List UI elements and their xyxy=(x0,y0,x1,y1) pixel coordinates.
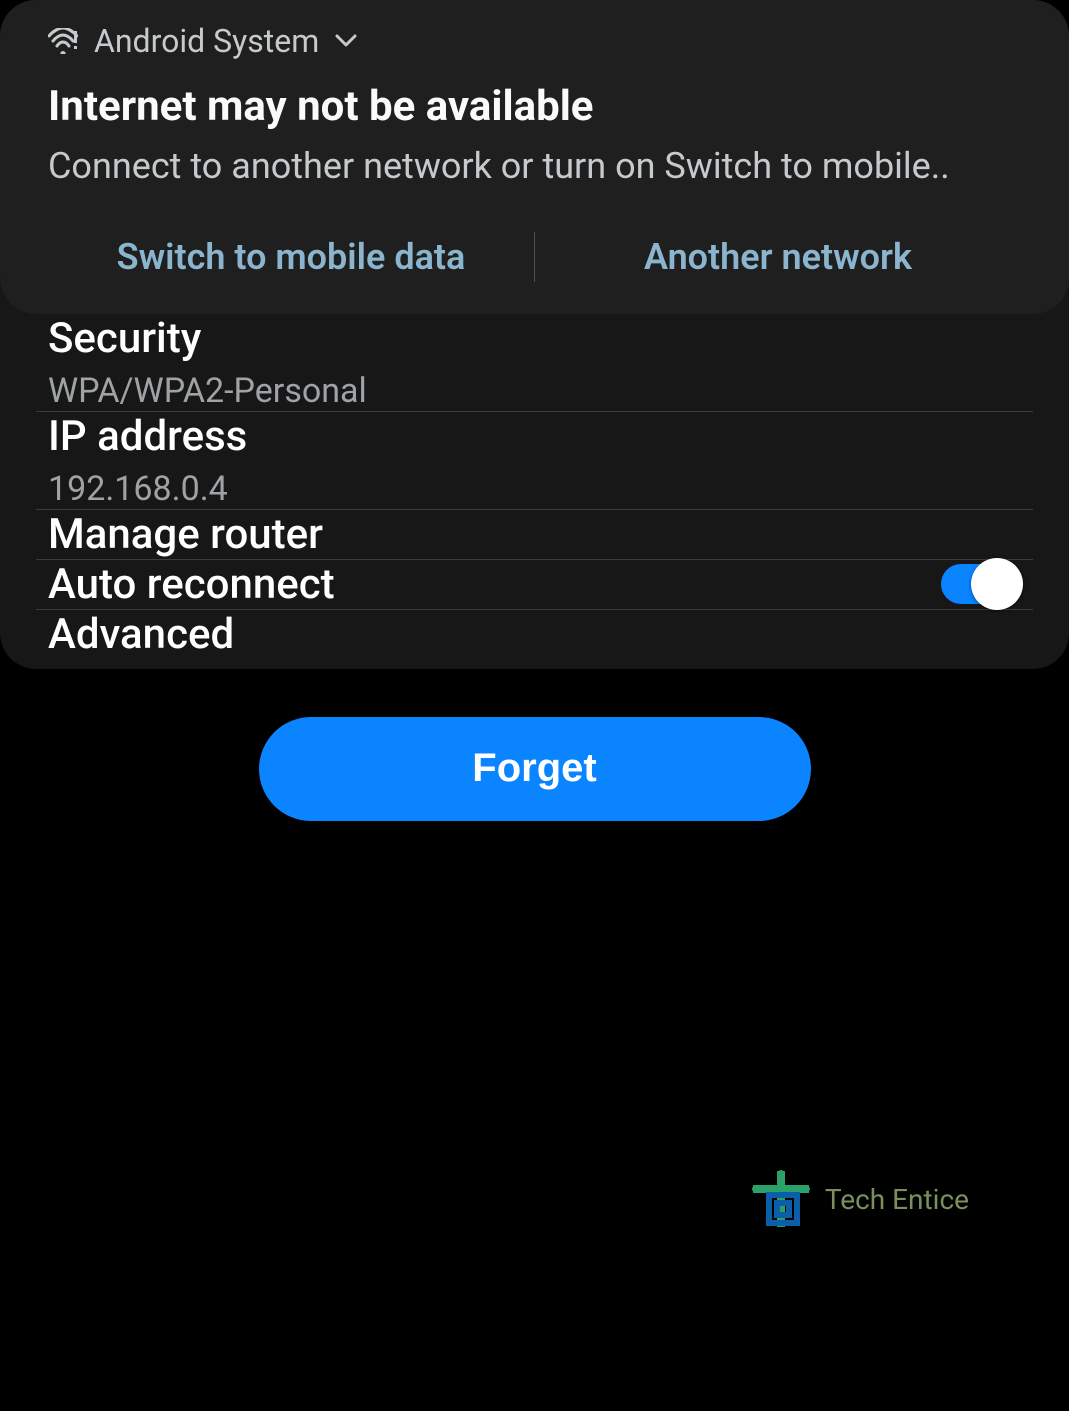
watermark: Tech Entice xyxy=(749,1167,969,1231)
ip-label: IP address xyxy=(48,412,1021,461)
security-label: Security xyxy=(48,314,1021,363)
notification-actions: Switch to mobile data Another network xyxy=(48,226,1021,314)
ip-address-row[interactable]: IP address 192.168.0.4 xyxy=(36,412,1033,510)
forget-button-container: Forget xyxy=(0,717,1069,821)
manage-router-label: Manage router xyxy=(48,510,1021,559)
switch-mobile-data-button[interactable]: Switch to mobile data xyxy=(48,226,534,288)
notification-header[interactable]: Android System xyxy=(48,22,1021,60)
toggle-knob xyxy=(971,558,1023,610)
watermark-text: Tech Entice xyxy=(825,1183,969,1216)
advanced-label: Advanced xyxy=(48,610,1021,659)
wifi-alert-icon xyxy=(48,28,78,54)
auto-reconnect-row[interactable]: Auto reconnect xyxy=(36,560,1033,610)
ip-value: 192.168.0.4 xyxy=(48,469,1021,509)
auto-reconnect-toggle[interactable] xyxy=(941,564,1021,604)
auto-reconnect-label: Auto reconnect xyxy=(48,560,335,609)
another-network-button[interactable]: Another network xyxy=(535,226,1021,288)
watermark-logo-icon xyxy=(749,1167,813,1231)
notification-title: Internet may not be available xyxy=(48,82,1021,131)
manage-router-row[interactable]: Manage router xyxy=(36,510,1033,560)
detail-list: Security WPA/WPA2-Personal IP address 19… xyxy=(0,314,1069,659)
chevron-down-icon xyxy=(335,34,357,48)
security-value: WPA/WPA2-Personal xyxy=(48,371,1021,411)
forget-button[interactable]: Forget xyxy=(259,717,811,821)
advanced-row[interactable]: Advanced xyxy=(36,610,1033,659)
notification-subtitle: Connect to another network or turn on Sw… xyxy=(48,143,1021,190)
security-row[interactable]: Security WPA/WPA2-Personal xyxy=(36,314,1033,412)
wifi-detail-panel: Android System Internet may not be avail… xyxy=(0,0,1069,669)
notification-app-name: Android System xyxy=(94,22,319,60)
system-notification: Android System Internet may not be avail… xyxy=(0,0,1069,314)
